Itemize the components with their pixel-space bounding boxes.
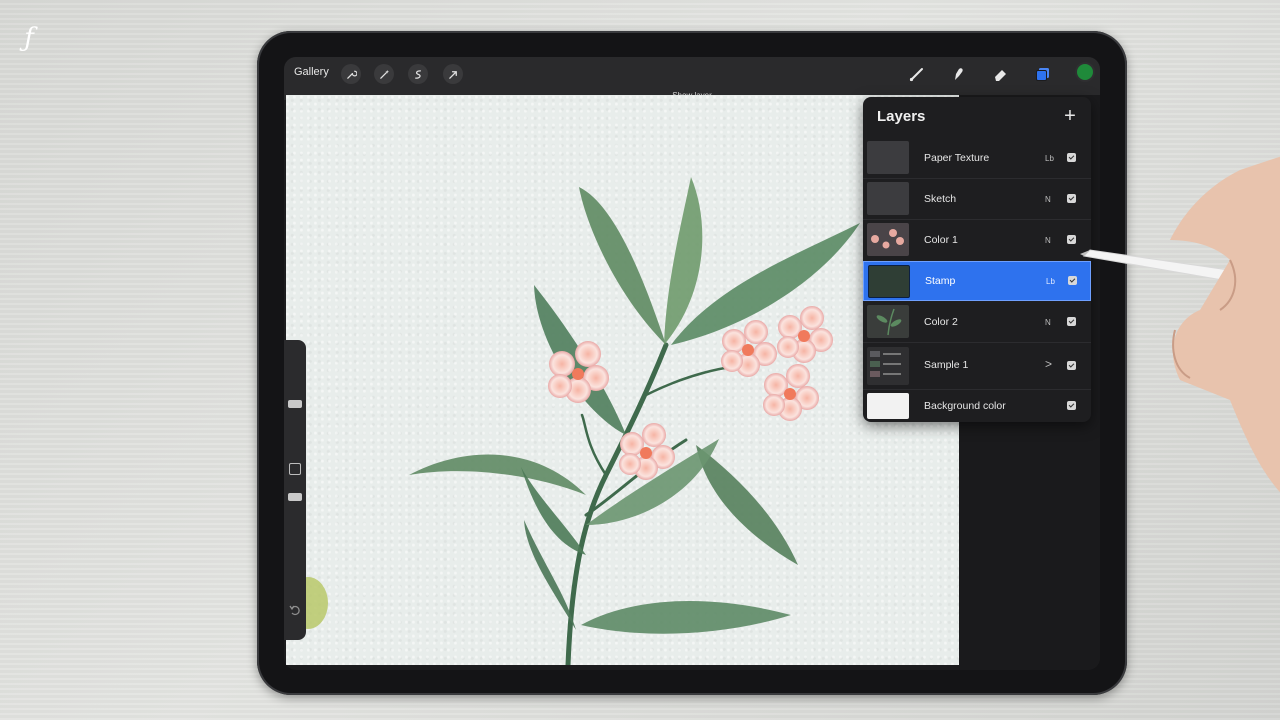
layers-panel-title: Layers — [877, 108, 926, 125]
transform-arrow-icon[interactable] — [443, 64, 463, 84]
layer-name: Sketch — [924, 193, 957, 205]
layer-row-selected[interactable]: Stamp Lb — [863, 261, 1091, 301]
brush-icon[interactable] — [906, 63, 928, 85]
layer-name: Color 2 — [924, 316, 958, 328]
opacity-slider[interactable] — [288, 493, 302, 501]
undo-icon[interactable] — [288, 603, 302, 617]
layer-thumbnail — [868, 265, 910, 298]
layers-icon[interactable] — [1032, 63, 1054, 85]
wrench-icon[interactable] — [341, 64, 361, 84]
tablet-device: Gallery Layers + Paper Texture Lb Sketch… — [257, 31, 1127, 695]
layer-thumbnail — [867, 223, 909, 256]
drawing-canvas[interactable] — [286, 95, 959, 665]
layer-row[interactable]: Color 1 N — [863, 220, 1091, 260]
modify-button[interactable] — [289, 463, 301, 475]
layer-blend-mode[interactable]: N — [1045, 318, 1051, 327]
add-layer-button[interactable]: + — [1061, 106, 1079, 126]
magic-wand-icon[interactable] — [374, 64, 394, 84]
layer-blend-mode[interactable]: N — [1045, 195, 1051, 204]
smudge-icon[interactable] — [948, 63, 970, 85]
current-color-swatch[interactable] — [1077, 64, 1093, 80]
layer-name: Paper Texture — [924, 152, 990, 164]
layer-blend-mode[interactable]: Lb — [1045, 154, 1054, 163]
layer-visibility-checkbox[interactable] — [1067, 361, 1076, 370]
layer-name: Stamp — [925, 275, 956, 287]
gallery-button[interactable]: Gallery — [294, 66, 329, 78]
layer-row[interactable]: Sketch N — [863, 179, 1091, 219]
layer-thumbnail — [867, 182, 909, 215]
brand-logo-icon: ƒ — [24, 23, 34, 53]
procreate-screen: Gallery Layers + Paper Texture Lb Sketch… — [284, 57, 1100, 670]
eraser-icon[interactable] — [990, 63, 1012, 85]
brush-size-slider[interactable] — [288, 400, 302, 408]
layer-visibility-checkbox[interactable] — [1067, 235, 1076, 244]
layer-row[interactable]: Paper Texture Lb — [863, 138, 1091, 178]
layer-name: Sample 1 — [924, 359, 969, 371]
layer-blend-mode[interactable]: N — [1045, 236, 1051, 245]
expand-group-chevron-icon[interactable]: > — [1045, 357, 1052, 371]
layer-group-thumbnail — [867, 347, 909, 385]
layer-blend-mode[interactable]: Lb — [1046, 277, 1055, 286]
top-toolbar: Gallery — [284, 57, 1100, 91]
layer-visibility-checkbox[interactable] — [1068, 276, 1077, 285]
layer-name: Color 1 — [924, 234, 958, 246]
layer-name: Background color — [924, 400, 1006, 412]
layer-thumbnail — [867, 393, 909, 419]
layer-group-row[interactable]: Sample 1 > — [863, 343, 1091, 389]
watercolor-botanical-artwork — [288, 177, 860, 665]
layer-visibility-checkbox[interactable] — [1067, 317, 1076, 326]
layer-thumbnail — [867, 141, 909, 174]
layer-visibility-checkbox[interactable] — [1067, 153, 1076, 162]
layer-thumbnail — [867, 305, 909, 338]
layer-row[interactable]: Color 2 N — [863, 302, 1091, 342]
selection-icon[interactable] — [408, 64, 428, 84]
layer-visibility-checkbox[interactable] — [1067, 401, 1076, 410]
layer-visibility-checkbox[interactable] — [1067, 194, 1076, 203]
layer-row[interactable]: Background color — [863, 390, 1091, 422]
layers-panel: Layers + Paper Texture Lb Sketch N Color… — [863, 97, 1091, 422]
brush-size-opacity-sidebar — [284, 340, 306, 640]
